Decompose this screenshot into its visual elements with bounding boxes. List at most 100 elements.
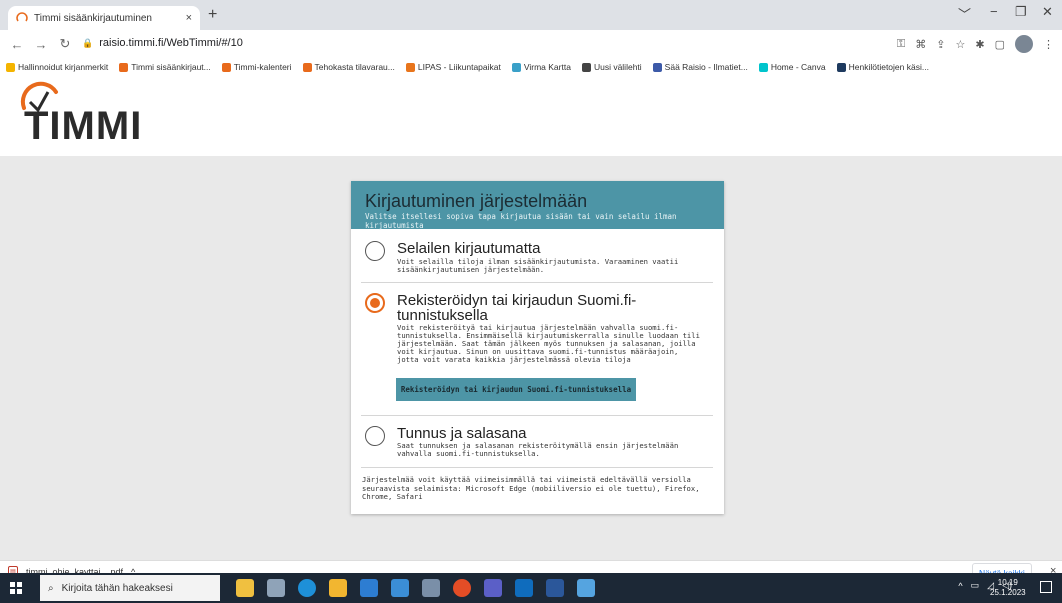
calculator-icon[interactable] bbox=[422, 579, 440, 597]
bookmark-item[interactable]: Virma Kartta bbox=[511, 62, 571, 72]
login-card-header: Kirjautuminen järjestelmään Valitse itse… bbox=[351, 181, 724, 230]
option-desc: Voit rekisteröityä tai kirjautua järjest… bbox=[397, 323, 700, 364]
bookmark-icon bbox=[405, 62, 415, 72]
address-bar[interactable]: 🔒 raisio.timmi.fi/WebTimmi/#/10 bbox=[82, 32, 1032, 54]
task-view-icon[interactable] bbox=[267, 579, 285, 597]
site-header bbox=[0, 76, 1062, 156]
bookmarks-bar: Hallinnoidut kirjanmerkit Timmi sisäänkir… bbox=[0, 58, 1062, 76]
option-title: Selailen kirjautumatta bbox=[397, 240, 541, 257]
tab-search-icon[interactable]: ﹀ bbox=[958, 4, 971, 23]
browser-tab-strip: Timmi sisäänkirjautuminen × + ﹀ − ❐ ✕ bbox=[0, 0, 1062, 30]
key-icon[interactable]: ⚿ bbox=[897, 38, 905, 51]
reload-icon[interactable]: ↻ bbox=[58, 36, 72, 52]
divider bbox=[361, 467, 713, 468]
edge-icon[interactable] bbox=[298, 579, 316, 597]
url-text: raisio.timmi.fi/WebTimmi/#/10 bbox=[99, 37, 243, 49]
bookmark-item[interactable]: Tehokasta tilavarau... bbox=[302, 62, 395, 72]
bookmark-item[interactable]: Timmi-kalenteri bbox=[221, 62, 292, 72]
option-username-password[interactable]: Tunnus ja salasana Saat tunnuksen ja sal… bbox=[361, 424, 713, 464]
suomifi-login-button[interactable]: Rekisteröidyn tai kirjaudun Suomi.fi-tun… bbox=[396, 378, 636, 401]
taskbar-clock[interactable]: 10.19 25.1.2023 bbox=[990, 578, 1026, 598]
tab-title: Timmi sisäänkirjautuminen bbox=[34, 12, 152, 24]
taskbar-search[interactable]: ⌕ Kirjoita tähän hakeaksesi bbox=[40, 575, 220, 601]
bookmark-icon bbox=[758, 62, 768, 72]
forward-arrow-icon[interactable]: → bbox=[34, 37, 48, 52]
option-desc: Voit selailla tiloja ilman sisäänkirjaut… bbox=[397, 257, 679, 274]
bookmark-item[interactable]: Sää Raisio - Ilmatiet... bbox=[652, 62, 748, 72]
bookmark-label: Hallinnoidut kirjanmerkit bbox=[18, 62, 109, 72]
bookmark-icon bbox=[221, 62, 231, 72]
mail-icon[interactable] bbox=[391, 579, 409, 597]
bookmark-label: Home - Canva bbox=[770, 62, 826, 72]
bookmark-label: Tehokasta tilavarau... bbox=[314, 62, 395, 72]
clock-time: 10.19 bbox=[997, 578, 1018, 587]
bookmark-icon bbox=[511, 62, 521, 72]
notifications-icon[interactable] bbox=[1040, 581, 1052, 593]
maximize-button[interactable]: ❐ bbox=[1015, 4, 1027, 20]
file-explorer-icon[interactable] bbox=[329, 579, 347, 597]
tab-close-icon[interactable]: × bbox=[186, 12, 192, 24]
star-icon[interactable]: ☆ bbox=[956, 38, 966, 51]
login-card: Kirjautuminen järjestelmään Valitse itse… bbox=[351, 181, 724, 514]
radio-username[interactable] bbox=[365, 426, 385, 446]
bookmark-icon bbox=[119, 62, 129, 72]
bookmark-item[interactable]: Henkilötietojen käsi... bbox=[836, 62, 929, 72]
translate-icon[interactable]: ⌘ bbox=[915, 38, 926, 51]
bookmark-label: LIPAS - Liikuntapaikat bbox=[417, 62, 501, 72]
store-icon[interactable] bbox=[360, 579, 378, 597]
bookmark-item[interactable]: Uusi välilehti bbox=[581, 62, 642, 72]
outlook-icon[interactable] bbox=[515, 579, 533, 597]
minimize-button[interactable]: − bbox=[990, 4, 998, 19]
tray-chevron-icon[interactable]: ^ bbox=[958, 581, 962, 591]
taskbar-apps bbox=[236, 579, 595, 597]
option-browse-without-login[interactable]: Selailen kirjautumatta Voit selailla til… bbox=[361, 237, 713, 277]
divider bbox=[361, 415, 713, 416]
timmi-logo-text: TIMMI bbox=[24, 104, 143, 148]
bookmark-label: Uusi välilehti bbox=[593, 62, 642, 72]
login-subtitle: Valitse itsellesi sopiva tapa kirjautua … bbox=[365, 212, 677, 230]
files-app-icon[interactable] bbox=[236, 579, 254, 597]
toolbar-icons: ⚿ ⌘ ⇪ ☆ ✱ ▢ ⋮ bbox=[897, 35, 1054, 53]
bookmark-icon bbox=[652, 62, 662, 72]
taskbar-search-placeholder: Kirjoita tähän hakeaksesi bbox=[61, 582, 173, 594]
bookmark-icon bbox=[581, 62, 591, 72]
bookmark-item[interactable]: Timmi sisäänkirjaut... bbox=[119, 62, 211, 72]
profile-avatar[interactable] bbox=[1015, 35, 1033, 53]
new-tab-button[interactable]: + bbox=[208, 6, 217, 24]
bookmark-label: Timmi sisäänkirjaut... bbox=[131, 62, 211, 72]
back-arrow-icon[interactable]: ← bbox=[10, 37, 24, 52]
extensions-icon[interactable]: ✱ bbox=[975, 38, 984, 51]
sidepanel-icon[interactable]: ▢ bbox=[995, 38, 1005, 51]
share-icon[interactable]: ⇪ bbox=[936, 38, 945, 51]
teams-icon[interactable] bbox=[484, 579, 502, 597]
bookmark-label: Henkilötietojen käsi... bbox=[848, 62, 929, 72]
word-icon[interactable] bbox=[546, 579, 564, 597]
login-title: Kirjautuminen järjestelmään bbox=[365, 191, 588, 211]
option-title: Tunnus ja salasana bbox=[397, 425, 527, 442]
bookmark-label: Sää Raisio - Ilmatiet... bbox=[664, 62, 748, 72]
menu-icon[interactable]: ⋮ bbox=[1043, 38, 1054, 51]
option-title: Rekisteröidyn tai kirjaudun Suomi.fi-tun… bbox=[397, 292, 637, 324]
browser-tab[interactable]: Timmi sisäänkirjautuminen × bbox=[8, 6, 200, 30]
bookmark-item[interactable]: Home - Canva bbox=[758, 62, 826, 72]
bookmark-icon bbox=[6, 62, 15, 72]
chrome-icon[interactable] bbox=[453, 579, 471, 597]
bookmark-item[interactable]: Hallinnoidut kirjanmerkit bbox=[6, 62, 108, 72]
bookmark-icon bbox=[836, 62, 846, 72]
windows-start-icon[interactable] bbox=[10, 582, 22, 594]
divider bbox=[361, 282, 713, 283]
network-icon[interactable]: ▭ bbox=[971, 580, 980, 591]
radio-suomifi[interactable] bbox=[365, 293, 385, 313]
close-window-button[interactable]: ✕ bbox=[1042, 4, 1053, 20]
bookmark-label: Virma Kartta bbox=[523, 62, 571, 72]
search-icon: ⌕ bbox=[48, 582, 54, 594]
photos-icon[interactable] bbox=[577, 579, 595, 597]
bookmark-item[interactable]: LIPAS - Liikuntapaikat bbox=[405, 62, 501, 72]
bookmark-icon bbox=[302, 62, 312, 72]
radio-browse[interactable] bbox=[365, 241, 385, 261]
browser-toolbar: ← → ↻ 🔒 raisio.timmi.fi/WebTimmi/#/10 ⚿ … bbox=[0, 30, 1062, 58]
option-desc: Saat tunnuksen ja salasanan rekisteröity… bbox=[397, 441, 679, 458]
bookmark-label: Timmi-kalenteri bbox=[233, 62, 292, 72]
lock-icon: 🔒 bbox=[82, 37, 94, 48]
browser-support-note: Järjestelmää voit käyttää viimeisimmällä… bbox=[362, 475, 700, 501]
